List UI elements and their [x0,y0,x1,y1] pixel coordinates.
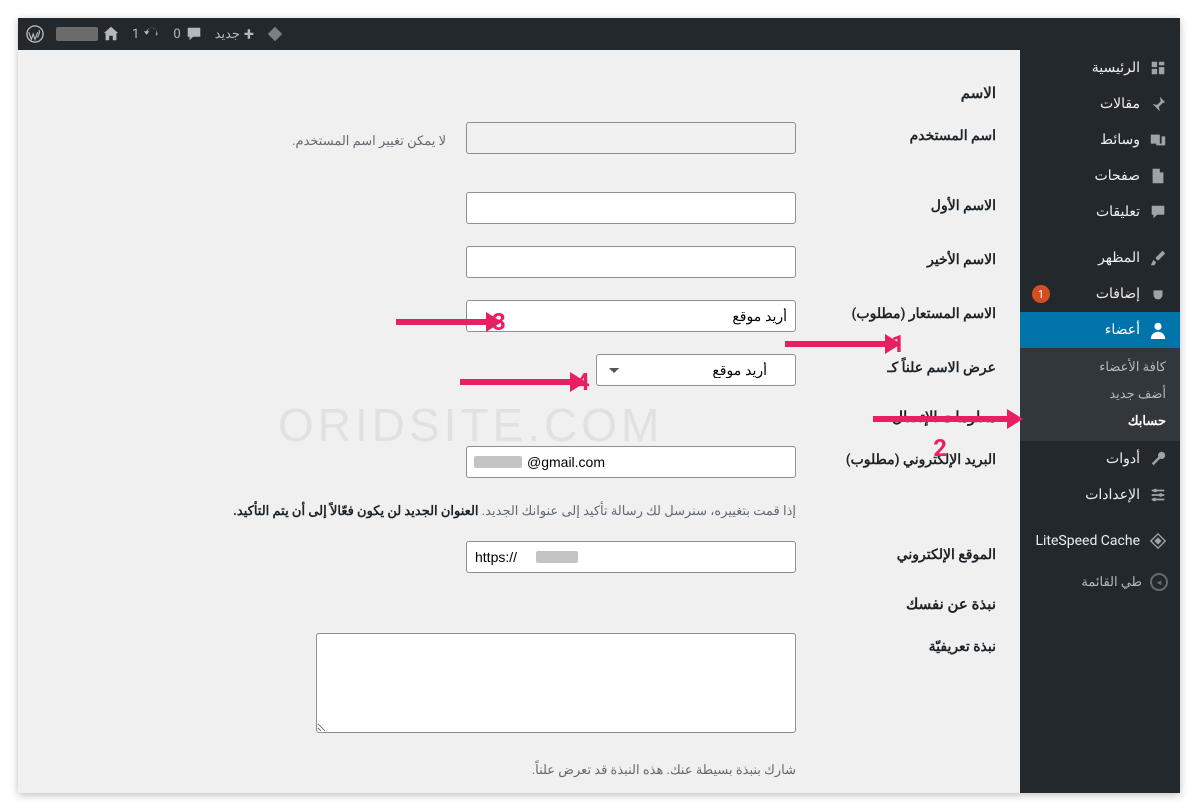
email-user-obscured [474,456,522,468]
lastname-label: الاسم الأخير [816,246,996,268]
dashboard-icon [1148,58,1168,78]
comments-link[interactable]: 0 [173,25,202,43]
website-input[interactable] [466,541,796,573]
username-input [466,122,796,154]
user-icon [1148,320,1168,340]
nickname-label: الاسم المستعار (مطلوب) [816,300,996,322]
section-name-heading: الاسم [42,84,996,102]
submenu-all-users[interactable]: كافة الأعضاء [1020,354,1180,381]
row-username: اسم المستخدم لا يمكن تغيير اسم المستخدم. [42,122,996,170]
email-desc: إذا قمت بتغييره، سنرسل لك رسالة تأكيد إل… [156,504,796,519]
menu-tools[interactable]: أدوات [1020,441,1180,477]
section-about-heading: نبذة عن نفسك [42,595,996,613]
email-label: البريد الإلكتروني (مطلوب) [816,446,996,468]
section-contact-heading: معلومات الإتصال [42,408,996,426]
site-name-obscured [56,27,98,41]
home-icon [102,25,120,43]
menu-posts[interactable]: مقالات [1020,86,1180,122]
updates-count: 1 [132,27,139,42]
pin-icon [1148,94,1168,114]
admin-bar: 1 0 + جديد [18,18,1180,50]
row-website: الموقع الإلكتروني [42,541,996,573]
firstname-label: الاسم الأول [816,192,996,214]
bio-label: نبذة تعريفيّة [816,633,996,655]
menu-plugins[interactable]: إضافات 1 [1020,276,1180,312]
plus-icon: + [244,24,254,45]
wp-logo[interactable] [26,25,44,43]
profile-form: الاسم اسم المستخدم لا يمكن تغيير اسم الم… [18,50,1020,793]
site-home-link[interactable] [56,25,120,43]
menu-appearance[interactable]: المظهر [1020,240,1180,276]
menu-media[interactable]: وسائط [1020,122,1180,158]
diamond-icon [266,25,284,43]
lastname-input[interactable] [466,246,796,278]
menu-users[interactable]: أعضاء [1020,312,1180,348]
menu-comments[interactable]: تعليقات [1020,194,1180,230]
row-lastname: الاسم الأخير [42,246,996,278]
row-bio: نبذة تعريفيّة شارك بنبذة بسيطة عنك. هذه … [42,633,996,778]
displayname-label: عرض الاسم علناً كـ [816,354,996,376]
cache-icon-link[interactable] [266,25,284,43]
collapse-icon [1150,573,1168,591]
users-submenu: كافة الأعضاء أضف جديد حسابك [1020,348,1180,441]
nickname-input[interactable] [466,300,796,332]
wordpress-icon [26,25,44,43]
new-label: جديد [215,27,240,42]
sliders-icon [1148,485,1168,505]
row-email: البريد الإلكتروني (مطلوب) إذا قمت بتغيير… [42,446,996,519]
updates-link[interactable]: 1 [132,25,161,43]
new-content-link[interactable]: + جديد [215,24,254,45]
comment-icon [185,25,203,43]
wrench-icon [1148,449,1168,469]
submenu-your-profile[interactable]: حسابك [1020,408,1180,435]
row-nickname: الاسم المستعار (مطلوب) [42,300,996,332]
username-desc: لا يمكن تغيير اسم المستخدم. [292,128,446,149]
pages-icon [1148,166,1168,186]
row-displayname: عرض الاسم علناً كـ أريد موقع [42,354,996,386]
brush-icon [1148,248,1168,268]
comments-icon [1148,202,1168,222]
bio-textarea[interactable] [316,633,796,733]
update-icon [143,25,161,43]
website-label: الموقع الإلكتروني [816,541,996,563]
media-icon [1148,130,1168,150]
menu-dashboard[interactable]: الرئيسية [1020,50,1180,86]
displayname-select[interactable]: أريد موقع [596,354,796,386]
firstname-input[interactable] [466,192,796,224]
username-label: اسم المستخدم [816,122,996,144]
website-domain-obscured [536,551,578,563]
menu-settings[interactable]: الإعدادات [1020,477,1180,513]
submenu-add-user[interactable]: أضف جديد [1020,381,1180,408]
bio-desc: شارك بنبذة بسيطة عنك. هذه النبذة قد تعرض… [156,763,796,778]
admin-sidebar: الرئيسية مقالات وسائط صفحات تعليقات المظ… [1020,50,1180,793]
litespeed-icon [1148,531,1168,551]
plug-icon [1148,284,1168,304]
comments-count: 0 [173,27,180,42]
plugins-update-badge: 1 [1032,285,1050,303]
menu-pages[interactable]: صفحات [1020,158,1180,194]
row-firstname: الاسم الأول [42,192,996,224]
collapse-menu[interactable]: طي القائمة [1020,565,1180,599]
menu-litespeed[interactable]: LiteSpeed Cache [1020,523,1180,559]
